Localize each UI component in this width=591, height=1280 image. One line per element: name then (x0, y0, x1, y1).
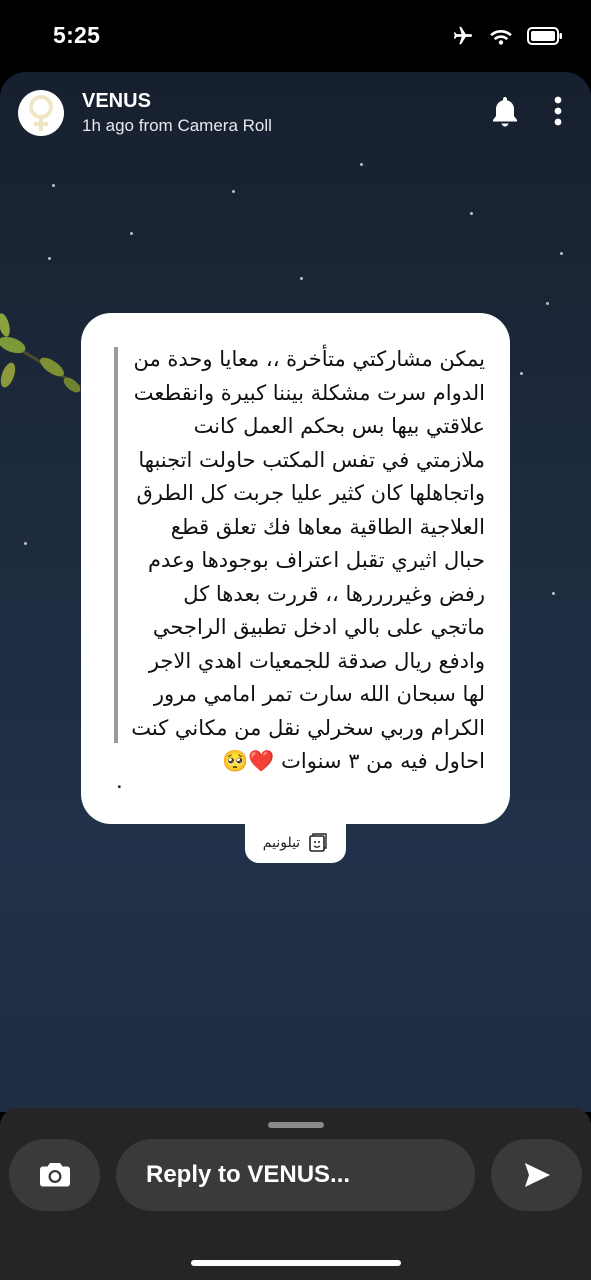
story-view[interactable]: VENUS 1h ago from Camera Roll يمكن مشارك… (0, 72, 591, 1112)
reply-bar: Reply to VENUS... (0, 1108, 591, 1280)
card-dot: . (116, 767, 123, 794)
story-header: VENUS 1h ago from Camera Roll (0, 72, 591, 162)
status-time: 5:25 (53, 22, 101, 48)
star (552, 592, 555, 595)
star (300, 277, 303, 280)
telonym-logo-icon (309, 833, 327, 852)
message-card: يمكن مشاركتي متأخرة ،، معايا وحدة من الد… (81, 313, 510, 824)
star (560, 252, 563, 255)
star (546, 302, 549, 305)
home-indicator (191, 1260, 401, 1266)
venus-symbol-icon (29, 95, 53, 131)
star (24, 542, 27, 545)
send-button[interactable] (491, 1139, 582, 1211)
story-meta: 1h ago from Camera Roll (82, 116, 272, 135)
star (360, 163, 363, 166)
wifi-icon (490, 30, 512, 45)
status-bar: 5:25 (0, 0, 591, 72)
source-tag[interactable]: تيلونيم (245, 823, 346, 863)
source-label: تيلونيم (262, 835, 301, 851)
story-username[interactable]: VENUS (82, 90, 151, 113)
camera-button[interactable] (9, 1139, 100, 1211)
star (520, 372, 523, 375)
send-icon (524, 1163, 550, 1187)
battery-icon (527, 27, 562, 45)
star (48, 257, 51, 260)
camera-icon (39, 1163, 70, 1187)
star (232, 190, 235, 193)
more-icon[interactable] (553, 96, 563, 128)
star (130, 232, 133, 235)
drag-handle[interactable] (268, 1122, 324, 1128)
airplane-icon (453, 26, 473, 45)
bell-icon[interactable] (490, 95, 520, 127)
message-text: يمكن مشاركتي متأخرة ،، معايا وحدة من الد… (131, 347, 485, 773)
star (470, 212, 473, 215)
avatar[interactable] (18, 90, 64, 136)
reply-input[interactable]: Reply to VENUS... (116, 1139, 475, 1211)
status-icons (451, 25, 563, 47)
quote-bar (114, 347, 118, 743)
star (52, 184, 55, 187)
leaf-decoration (0, 313, 81, 393)
